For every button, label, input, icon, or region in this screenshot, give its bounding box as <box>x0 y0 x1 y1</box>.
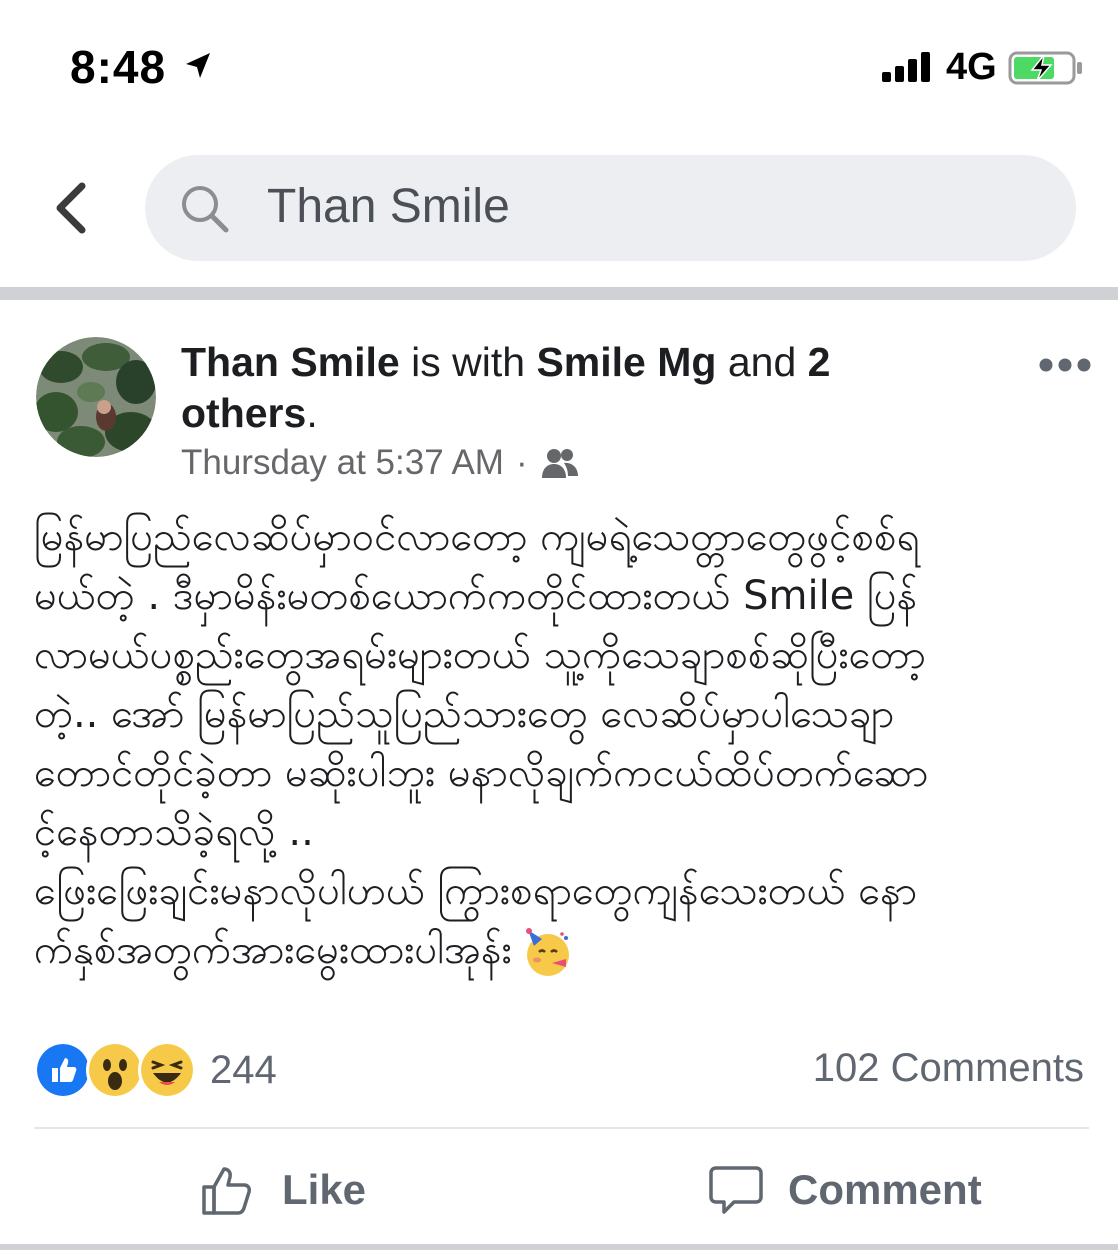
reaction-count[interactable]: 244 <box>210 1048 277 1093</box>
others-count[interactable]: 2 <box>808 339 831 385</box>
status-bar: 8:48 4G <box>0 0 1118 130</box>
like-reaction-icon <box>34 1041 92 1099</box>
wow-reaction-icon <box>86 1041 144 1099</box>
avatar[interactable] <box>36 337 156 457</box>
others-link[interactable]: others <box>181 390 306 436</box>
post-body: မြန်မာပြည်လေဆိပ်မှာဝင်လာတော့ ကျမရဲ့သေတ္တ… <box>34 508 1084 980</box>
post-meta: Thursday at 5:37 AM · <box>181 443 580 483</box>
bottom-divider <box>0 1244 1118 1250</box>
post-body-line: တောင်တိုင်ခဲ့တာ မဆိုးပါဘူး မနာလိုချက်ကငယ… <box>34 750 929 796</box>
like-label: Like <box>282 1166 367 1213</box>
search-input[interactable]: Than Smile <box>145 155 1076 261</box>
post-body-line: တဲ့.. အော် မြန်မာပြည်သူပြည်သားတွေ လေဆိပ်… <box>34 691 895 737</box>
comment-bubble-icon <box>709 1166 763 1214</box>
haha-reaction-icon <box>138 1041 196 1099</box>
search-icon <box>182 186 229 233</box>
thumbs-up-icon <box>202 1167 251 1215</box>
post-body-line: င့်နေတာသိခဲ့ရလို့ .. <box>34 809 314 855</box>
author-name-link[interactable]: Than Smile <box>181 339 400 385</box>
back-chevron-icon[interactable] <box>48 180 98 236</box>
more-options-icon[interactable] <box>1038 356 1092 374</box>
comment-button[interactable]: Comment <box>708 1158 982 1222</box>
post-title: Than Smile is with Smile Mg and 2 others… <box>181 337 901 439</box>
status-time: 8:48 <box>70 41 167 93</box>
section-divider <box>0 287 1118 300</box>
network-type: 4G <box>946 46 997 88</box>
meta-separator: · <box>515 443 528 482</box>
tagged-friend-link[interactable]: Smile Mg <box>536 339 716 385</box>
partying-face-emoji-icon <box>525 928 569 976</box>
post-timestamp[interactable]: Thursday at 5:37 AM <box>181 443 504 483</box>
search-query[interactable]: Than Smile <box>267 179 510 234</box>
comments-count-link[interactable]: 102 Comments <box>813 1046 1084 1091</box>
actions-divider <box>34 1127 1089 1129</box>
with-text: is with <box>411 339 526 385</box>
cellular-signal-icon <box>882 52 934 82</box>
post-body-line: ဖြေးဖြေးချင်းမနာလိုပါဟယ် ကြွားစရာတွေကျန်… <box>34 868 918 914</box>
post-body-line-last: က်နှစ်အတွက်အားမွေးထားပါအုန်း <box>34 921 1084 980</box>
reactions-summary[interactable]: 244 <box>34 1041 277 1099</box>
location-arrow-icon <box>186 53 210 78</box>
post-body-line: လာမယ်ပစ္စည်းတွေအရမ်းများတယ် သူ့ကိုသေချာစ… <box>34 632 926 678</box>
friends-icon[interactable] <box>540 446 580 480</box>
battery-charging-icon <box>1008 51 1082 85</box>
comment-label: Comment <box>788 1166 982 1213</box>
like-button[interactable]: Like <box>200 1158 366 1222</box>
post-body-line: မယ်တဲ့ . ဒီမှာမိန်းမတစ်ယောက်ကတိုင်ထားတယ်… <box>34 573 918 619</box>
post-body-line: မြန်မာပြည်လေဆိပ်မှာဝင်လာတော့ ကျမရဲ့သေတ္တ… <box>34 514 920 560</box>
title-period: . <box>306 390 318 436</box>
and-text: and <box>727 339 797 385</box>
post-body-line: က်နှစ်အတွက်အားမွေးထားပါအုန်း <box>34 927 512 973</box>
